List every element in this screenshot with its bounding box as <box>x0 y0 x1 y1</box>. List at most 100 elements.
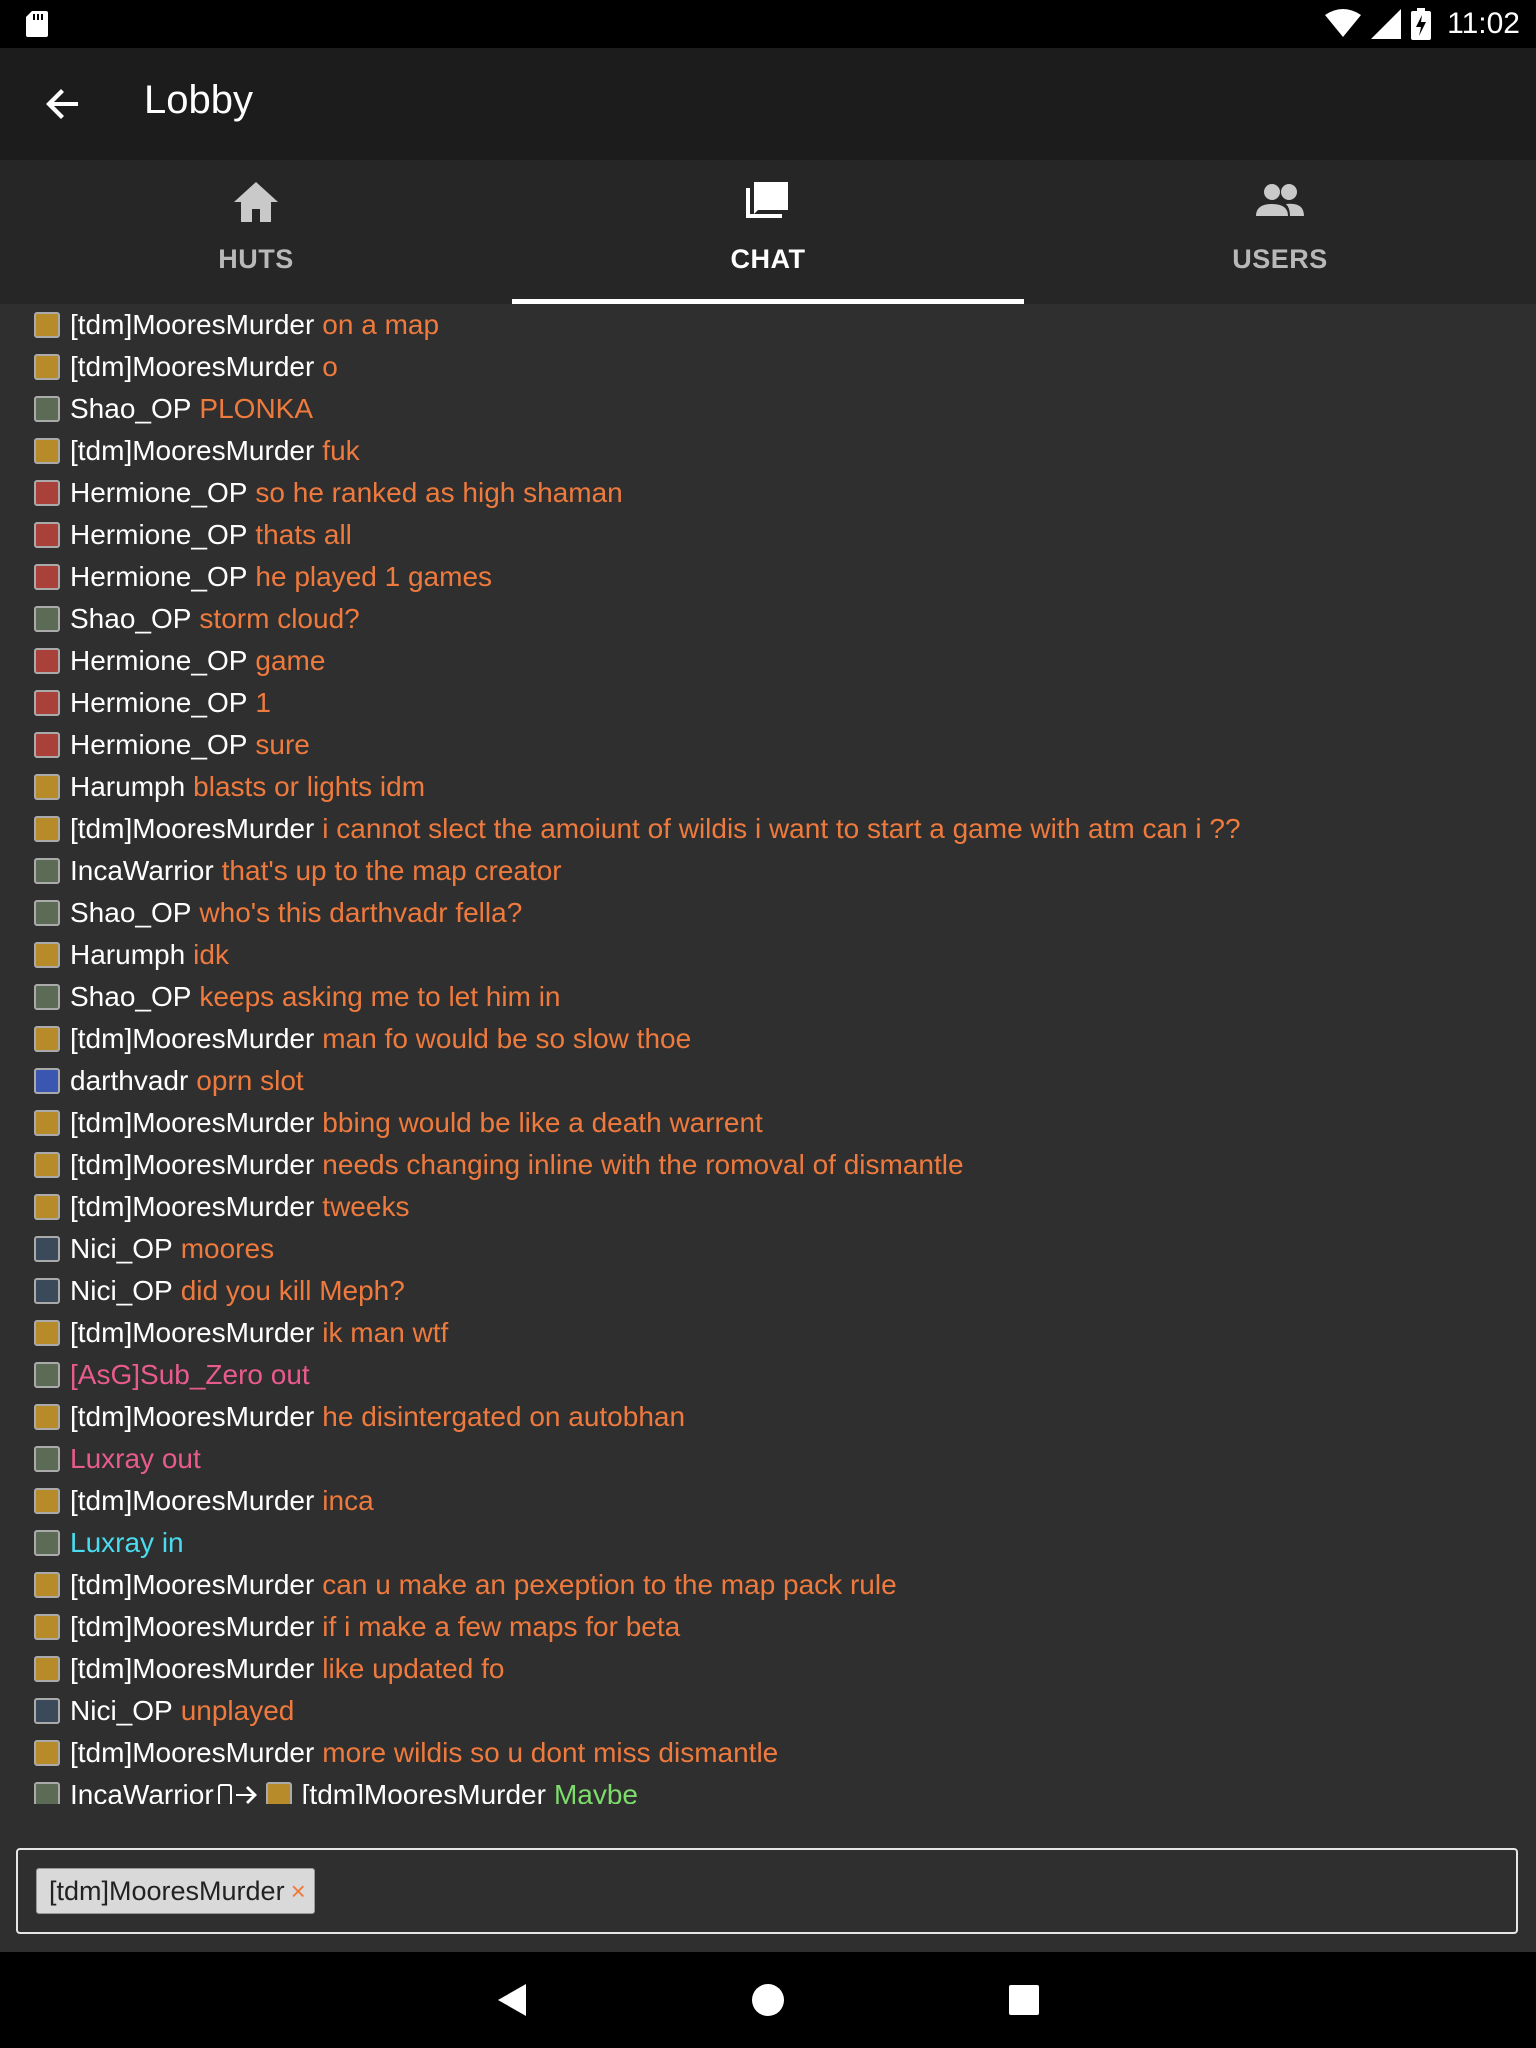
user-avatar-icon[interactable] <box>34 858 60 884</box>
message-username[interactable]: [tdm]MooresMurder <box>70 1401 314 1433</box>
message-username[interactable]: Hermione_OP <box>70 519 247 551</box>
user-avatar-icon[interactable] <box>34 480 60 506</box>
message-username[interactable]: [tdm]MooresMurder <box>70 1023 314 1055</box>
user-avatar-icon[interactable] <box>34 1152 60 1178</box>
user-avatar-icon[interactable] <box>34 1236 60 1262</box>
user-avatar-icon[interactable] <box>34 816 60 842</box>
message-text: can u make an pexeption to the map pack … <box>322 1569 897 1600</box>
message-username[interactable]: Hermione_OP <box>70 561 247 593</box>
user-avatar-icon[interactable] <box>34 1446 60 1472</box>
message-username[interactable]: Shao_OP <box>70 897 191 929</box>
user-avatar-icon[interactable] <box>34 354 60 380</box>
tab-chat[interactable]: CHAT <box>512 160 1024 304</box>
back-arrow-icon[interactable] <box>44 84 84 124</box>
recipient-chip[interactable]: [tdm]MooresMurder × <box>36 1868 315 1914</box>
message-username[interactable]: Nici_OP <box>70 1275 173 1307</box>
nav-back-icon[interactable] <box>494 1980 534 2020</box>
message-username[interactable]: [tdm]MooresMurder <box>70 1485 314 1517</box>
user-avatar-icon[interactable] <box>34 648 60 674</box>
user-avatar-icon[interactable] <box>34 1362 60 1388</box>
user-avatar-icon[interactable] <box>34 312 60 338</box>
user-avatar-icon[interactable] <box>34 438 60 464</box>
message-username[interactable]: Shao_OP <box>70 603 191 635</box>
user-avatar-icon[interactable] <box>34 690 60 716</box>
user-avatar-icon[interactable] <box>34 1026 60 1052</box>
message-username[interactable]: [tdm]MooresMurder <box>70 1611 314 1643</box>
message-username[interactable]: [tdm]MooresMurder <box>70 1191 314 1223</box>
user-avatar-icon[interactable] <box>34 1530 60 1556</box>
message-username[interactable]: Hermione_OP <box>70 645 247 677</box>
message-text: sure <box>255 729 310 760</box>
user-avatar-icon[interactable] <box>34 1572 60 1598</box>
tab-huts[interactable]: HUTS <box>0 160 512 304</box>
whisper-sender[interactable]: IncaWarrior <box>70 1779 214 1804</box>
user-avatar-icon[interactable] <box>34 732 60 758</box>
wifi-icon <box>1325 9 1362 37</box>
message-text: so he ranked as high shaman <box>255 477 623 508</box>
user-avatar-icon[interactable] <box>34 1698 60 1724</box>
message-input[interactable]: [tdm]MooresMurder × <box>16 1848 1518 1934</box>
message-username[interactable]: Hermione_OP <box>70 477 247 509</box>
message-username[interactable]: Hermione_OP <box>70 687 247 719</box>
user-avatar-icon[interactable] <box>34 1194 60 1220</box>
message-username[interactable]: Shao_OP <box>70 393 191 425</box>
user-avatar-icon[interactable] <box>34 1614 60 1640</box>
nav-home-icon[interactable] <box>748 1980 788 2020</box>
user-avatar-icon[interactable] <box>34 942 60 968</box>
tab-users[interactable]: USERS <box>1024 160 1536 304</box>
chat-message-list[interactable]: [tdm]MooresMurder on a map [tdm]MooresMurd… <box>0 304 1536 1804</box>
user-avatar-icon[interactable] <box>34 1488 60 1514</box>
message-username[interactable]: [tdm]MooresMurder <box>70 1107 314 1139</box>
message-username[interactable]: Harumph <box>70 771 185 803</box>
message-username[interactable]: darthvadr <box>70 1065 188 1097</box>
chat-message-row: Hermione_OP he played 1 games <box>34 556 492 598</box>
message-username[interactable]: Harumph <box>70 939 185 971</box>
message-text: o <box>322 351 338 382</box>
message-username[interactable]: [tdm]MooresMurder <box>70 1653 314 1685</box>
message-username[interactable]: Nici_OP <box>70 1233 173 1265</box>
tab-bar: HUTS CHAT USERS <box>0 160 1536 304</box>
message-username[interactable]: Shao_OP <box>70 981 191 1013</box>
user-avatar-icon[interactable] <box>34 1656 60 1682</box>
message-username[interactable]: IncaWarrior <box>70 855 214 887</box>
whisper-text: Maybe <box>553 1779 638 1804</box>
remove-recipient-icon[interactable]: × <box>291 1876 306 1907</box>
user-avatar-icon[interactable] <box>34 774 60 800</box>
user-avatar-icon[interactable] <box>34 1404 60 1430</box>
message-username[interactable]: [tdm]MooresMurder <box>70 1317 314 1349</box>
message-username[interactable]: Nici_OP <box>70 1695 173 1727</box>
message-text: like updated fo <box>322 1653 505 1684</box>
user-avatar-icon[interactable] <box>34 1068 60 1094</box>
whisper-message-row: IncaWarrior [tdm]MooresMurder Maybe <box>34 1774 638 1804</box>
message-text: game <box>255 645 326 676</box>
user-avatar-icon[interactable] <box>34 1110 60 1136</box>
message-username[interactable]: [tdm]MooresMurder <box>70 309 314 341</box>
message-text: i cannot slect the amoiunt of wildis i w… <box>322 813 1241 844</box>
nav-recents-icon[interactable] <box>1004 1980 1044 2020</box>
whisper-recipient[interactable]: [tdm]MooresMurder <box>302 1779 546 1804</box>
user-avatar-icon[interactable] <box>34 1740 60 1766</box>
user-avatar-icon[interactable] <box>265 1782 292 1804</box>
presence-notice: Luxray in <box>70 1527 184 1558</box>
chat-message-row: [tdm]MooresMurder can u make an pexeption… <box>34 1564 897 1606</box>
user-avatar-icon[interactable] <box>34 1278 60 1304</box>
user-avatar-icon[interactable] <box>34 522 60 548</box>
user-avatar-icon[interactable] <box>34 900 60 926</box>
message-username[interactable]: [tdm]MooresMurder <box>70 435 314 467</box>
message-username[interactable]: [tdm]MooresMurder <box>70 1737 314 1769</box>
user-avatar-icon[interactable] <box>34 1320 60 1346</box>
chat-message-row: Nici_OP did you kill Meph? <box>34 1270 405 1312</box>
message-username[interactable]: Hermione_OP <box>70 729 247 761</box>
message-username[interactable]: [tdm]MooresMurder <box>70 351 314 383</box>
message-username[interactable]: [tdm]MooresMurder <box>70 1569 314 1601</box>
user-avatar-icon[interactable] <box>34 564 60 590</box>
user-avatar-icon[interactable] <box>34 606 60 632</box>
user-avatar-icon[interactable] <box>34 396 60 422</box>
chat-message-row: Luxray in <box>34 1522 184 1564</box>
user-avatar-icon[interactable] <box>34 984 60 1010</box>
page-title: Lobby <box>144 78 253 122</box>
message-text: he disintergated on autobhan <box>322 1401 686 1432</box>
message-username[interactable]: [tdm]MooresMurder <box>70 1149 314 1181</box>
user-avatar-icon[interactable] <box>34 1782 60 1804</box>
message-username[interactable]: [tdm]MooresMurder <box>70 813 314 845</box>
